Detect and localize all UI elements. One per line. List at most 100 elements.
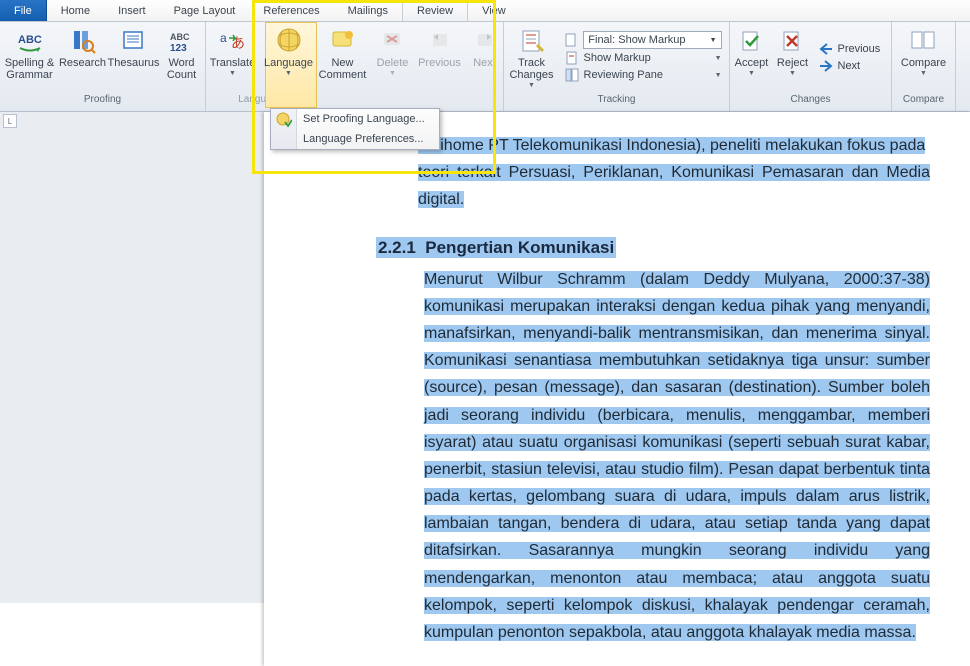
ribbon: ABC Spelling &Grammar Research Thesaurus…: [0, 22, 970, 112]
accept-icon: [736, 26, 768, 56]
new-comment-button[interactable]: NewComment: [318, 24, 368, 90]
next-icon: [469, 26, 501, 56]
display-for-review-select[interactable]: Final: Show Markup▼: [560, 31, 726, 49]
compare-label: Compare: [901, 57, 946, 69]
chevron-down-icon: ▼: [715, 55, 722, 62]
word-count-button[interactable]: ABC123 WordCount: [163, 24, 201, 90]
intro-line-1: Indihome PT Telekomunikasi Indonesia), p…: [418, 137, 925, 154]
group-comments: NewComment Delete ▼ Previous Next: [316, 22, 504, 111]
track-changes-button[interactable]: TrackChanges ▼: [508, 24, 556, 90]
previous-change-button[interactable]: Previous: [814, 41, 890, 57]
ruler-corner[interactable]: L: [3, 114, 17, 128]
next-comment-button[interactable]: Next: [468, 24, 502, 90]
intro-line-2: teori terkait Persuasi, Periklanan, Komu…: [418, 164, 930, 208]
section-title: Pengertian Komunikasi: [425, 238, 614, 257]
reviewing-pane-label: Reviewing Pane: [584, 69, 664, 81]
document-page: Indihome PT Telekomunikasi Indonesia), p…: [264, 112, 970, 666]
svg-text:ABC: ABC: [18, 34, 42, 46]
show-markup-button[interactable]: Show Markup ▼: [560, 50, 726, 66]
new-comment-icon: [327, 26, 359, 56]
next-label: Next: [473, 57, 496, 69]
chevron-down-icon: ▼: [229, 70, 236, 77]
tab-mailings[interactable]: Mailings: [334, 0, 402, 21]
display-review-value: Final: Show Markup: [588, 34, 685, 46]
next-change-label: Next: [838, 60, 861, 72]
language-button[interactable]: Language ▼: [264, 24, 314, 90]
language-preferences-item[interactable]: Language Preferences...: [271, 129, 439, 149]
chevron-down-icon: ▼: [920, 70, 927, 77]
group-compare: Compare ▼ Compare: [892, 22, 956, 111]
group-comments-label: [322, 90, 497, 108]
word-count-label: WordCount: [167, 57, 196, 81]
language-prefs-label: Language Preferences...: [303, 133, 423, 145]
chevron-down-icon: ▼: [528, 82, 535, 89]
compare-button[interactable]: Compare ▼: [899, 24, 949, 90]
intro-paragraph: Indihome PT Telekomunikasi Indonesia), p…: [418, 132, 930, 214]
previous-label: Previous: [418, 57, 461, 69]
spelling-label: Spelling &Grammar: [5, 57, 55, 81]
tab-home[interactable]: Home: [47, 0, 104, 21]
globe-icon: [273, 26, 305, 56]
accept-button[interactable]: Accept ▼: [732, 24, 772, 90]
reject-label: Reject: [777, 57, 808, 69]
body-text: Menurut Wilbur Schramm (dalam Deddy Muly…: [424, 271, 930, 641]
language-dropdown: Set Proofing Language... Language Prefer…: [270, 108, 440, 150]
delete-icon: [377, 26, 409, 56]
document-icon: [564, 32, 580, 48]
previous-comment-button[interactable]: Previous: [418, 24, 462, 90]
group-proofing: ABC Spelling &Grammar Research Thesaurus…: [0, 22, 206, 111]
body-paragraph: Menurut Wilbur Schramm (dalam Deddy Muly…: [424, 266, 930, 647]
compare-icon: [908, 26, 940, 56]
reject-button[interactable]: Reject ▼: [774, 24, 812, 90]
thesaurus-button[interactable]: Thesaurus: [111, 24, 157, 90]
spelling-grammar-button[interactable]: ABC Spelling &Grammar: [5, 24, 55, 90]
svg-text:ABC: ABC: [170, 32, 190, 42]
next-change-button[interactable]: Next: [814, 58, 890, 74]
tab-page-layout[interactable]: Page Layout: [160, 0, 250, 21]
word-count-icon: ABC123: [166, 26, 198, 56]
pane-icon: [564, 67, 580, 83]
set-proofing-language-item[interactable]: Set Proofing Language...: [271, 109, 439, 129]
group-changes: Accept ▼ Reject ▼ Previous Next Changes: [730, 22, 892, 111]
reject-icon: [777, 26, 809, 56]
thesaurus-label: Thesaurus: [108, 57, 160, 69]
arrow-right-icon: [818, 58, 834, 74]
previous-change-label: Previous: [838, 43, 881, 55]
tab-insert[interactable]: Insert: [104, 0, 160, 21]
research-label: Research: [59, 57, 106, 69]
accept-label: Accept: [735, 57, 769, 69]
track-changes-label: TrackChanges: [509, 57, 553, 81]
chevron-down-icon: ▼: [789, 70, 796, 77]
chevron-down-icon: ▼: [748, 70, 755, 77]
spelling-icon: ABC: [14, 26, 46, 56]
show-markup-label: Show Markup: [584, 52, 651, 64]
tab-review[interactable]: Review: [402, 0, 468, 21]
tab-view[interactable]: View: [468, 0, 520, 21]
thesaurus-icon: [118, 26, 150, 56]
svg-text:a: a: [220, 31, 227, 45]
language-label: Language: [264, 57, 313, 69]
tab-references[interactable]: References: [249, 0, 333, 21]
track-changes-icon: [516, 26, 548, 56]
arrow-left-icon: [818, 41, 834, 57]
delete-comment-button[interactable]: Delete ▼: [374, 24, 412, 90]
translate-label: Translate: [210, 57, 255, 69]
translate-button[interactable]: aあ Translate ▼: [208, 24, 258, 90]
svg-text:123: 123: [170, 43, 187, 53]
group-compare-label: Compare: [898, 90, 949, 108]
translate-icon: aあ: [217, 26, 249, 56]
chevron-down-icon: ▼: [715, 72, 722, 79]
new-comment-label: NewComment: [319, 57, 367, 81]
reviewing-pane-button[interactable]: Reviewing Pane ▼: [560, 67, 726, 83]
globe-check-icon: [276, 112, 292, 128]
markup-icon: [564, 50, 580, 66]
research-icon: [67, 26, 99, 56]
chevron-down-icon: ▼: [285, 70, 292, 77]
research-button[interactable]: Research: [61, 24, 105, 90]
document-area: L Indihome PT Telekomunikasi Indonesia),…: [0, 112, 970, 603]
group-proofing-label: Proofing: [6, 90, 199, 108]
delete-label: Delete: [377, 57, 409, 69]
section-heading: 2.2.1 Pengertian Komunikasi: [376, 238, 930, 258]
tab-file[interactable]: File: [0, 0, 47, 21]
ribbon-tabs: File Home Insert Page Layout References …: [0, 0, 970, 22]
